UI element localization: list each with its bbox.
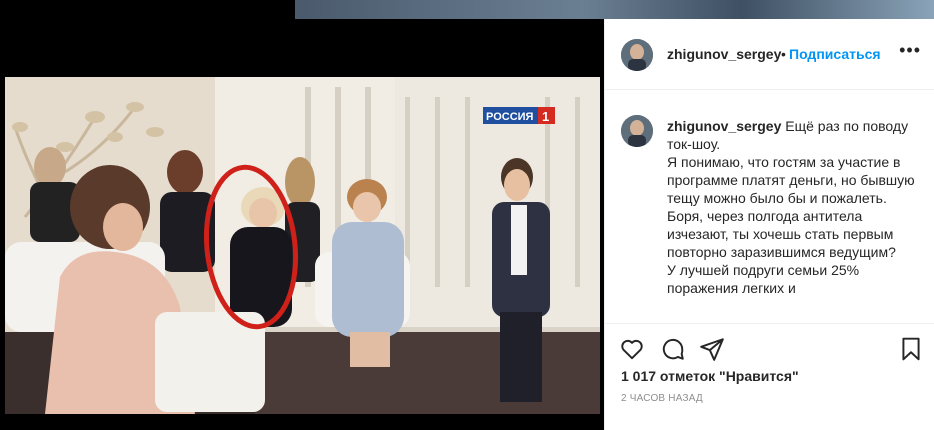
likes-count[interactable]: 1 017 отметок "Нравится" (621, 368, 799, 384)
post-actions: 1 017 отметок "Нравится" 2 ЧАСОВ НАЗАД (605, 323, 934, 430)
caption-avatar[interactable] (621, 115, 653, 147)
follow-button[interactable]: Подписаться (789, 46, 881, 62)
header-username[interactable]: zhigunov_sergey (667, 46, 781, 62)
caption-line: zhigunov_sergey Ещё раз по поводу ток-шо… (667, 117, 917, 153)
heart-icon[interactable] (619, 336, 645, 362)
avatar-image (621, 39, 653, 71)
comment-icon[interactable] (660, 336, 686, 362)
post-media[interactable]: РОССИЯ 1 (0, 19, 604, 430)
caption-line: Я понимаю, что гостям за участие в прогр… (667, 154, 915, 206)
separator-dot: • (781, 46, 786, 62)
channel-logo-number: 1 (542, 109, 549, 124)
post-header: zhigunov_sergey • Подписаться ••• (605, 19, 934, 90)
tv-show-frame: РОССИЯ 1 (5, 77, 600, 414)
bookmark-icon[interactable] (898, 336, 924, 362)
caption-text: zhigunov_sergey Ещё раз по поводу ток-шо… (667, 117, 917, 297)
caption-line: Боря, через полгода антитела изчезают, т… (667, 208, 896, 260)
more-options-button[interactable]: ••• (899, 41, 921, 59)
post-timestamp[interactable]: 2 ЧАСОВ НАЗАД (621, 393, 703, 404)
avatar[interactable] (621, 39, 653, 71)
channel-logo-text: РОССИЯ (486, 111, 534, 123)
share-icon[interactable] (699, 336, 725, 362)
caption-username[interactable]: zhigunov_sergey (667, 118, 781, 134)
caption-avatar-image (621, 115, 653, 147)
post-side-panel: zhigunov_sergey • Подписаться ••• zhigun… (604, 19, 934, 430)
background-image-strip (295, 0, 934, 19)
tv-show-scene: РОССИЯ 1 (5, 77, 600, 414)
caption-line: У лучшей подруги семьи 25% поражения лег… (667, 262, 860, 296)
